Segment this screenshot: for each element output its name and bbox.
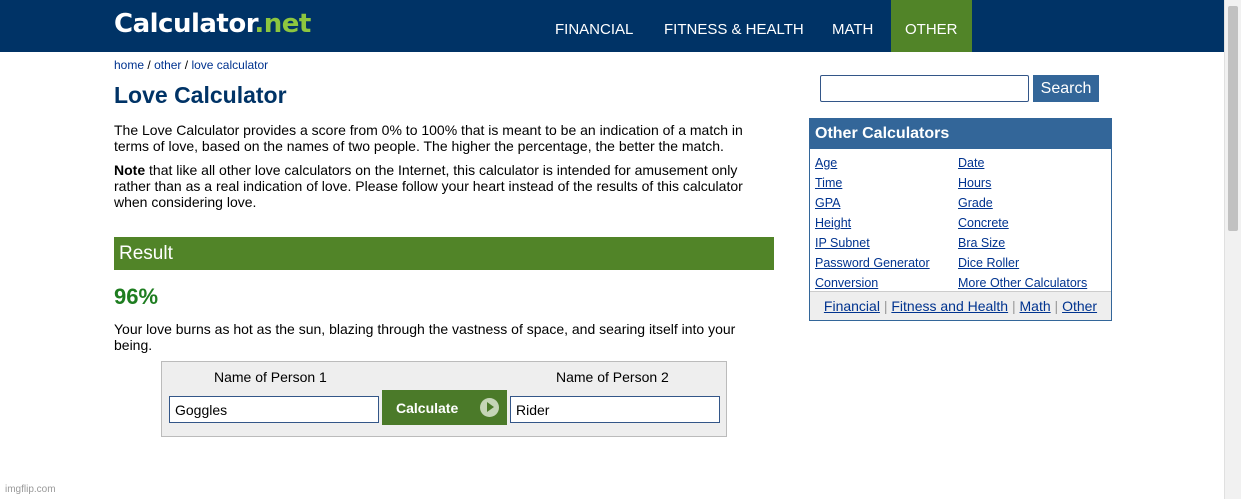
person2-input[interactable] — [510, 396, 720, 423]
other-calculators-right: Date Hours Grade Concrete Bra Size Dice … — [958, 153, 1087, 293]
link-time[interactable]: Time — [815, 173, 930, 193]
page-scrollbar[interactable] — [1224, 0, 1241, 499]
scrollbar-thumb[interactable] — [1228, 6, 1238, 231]
link-grade[interactable]: Grade — [958, 193, 1087, 213]
breadcrumb-home[interactable]: home — [114, 58, 144, 72]
intro-text: The Love Calculator provides a score fro… — [114, 122, 743, 154]
footer-link-financial[interactable]: Financial — [824, 298, 880, 314]
breadcrumb: home / other / love calculator — [114, 58, 269, 72]
other-calculators-heading: Other Calculators — [810, 119, 1111, 149]
link-hours[interactable]: Hours — [958, 173, 1087, 193]
nav-other[interactable]: OTHER — [891, 0, 972, 52]
category-links: Financial | Fitness and Health | Math | … — [810, 291, 1111, 320]
calculate-button[interactable]: Calculate — [382, 390, 507, 425]
link-date[interactable]: Date — [958, 153, 1087, 173]
link-height[interactable]: Height — [815, 213, 930, 233]
link-concrete[interactable]: Concrete — [958, 213, 1087, 233]
link-conversion[interactable]: Conversion — [815, 273, 930, 293]
footer-link-fitness-health[interactable]: Fitness and Health — [891, 298, 1008, 314]
search-button[interactable]: Search — [1033, 75, 1099, 102]
person2-label: Name of Person 2 — [556, 369, 669, 385]
link-dice-roller[interactable]: Dice Roller — [958, 253, 1087, 273]
note-body: that like all other love calculators on … — [114, 162, 743, 210]
link-gpa[interactable]: GPA — [815, 193, 930, 213]
person1-label: Name of Person 1 — [214, 369, 327, 385]
top-header: Calculator.net FINANCIAL FITNESS & HEALT… — [0, 0, 1225, 52]
link-bra-size[interactable]: Bra Size — [958, 233, 1087, 253]
link-password-generator[interactable]: Password Generator — [815, 253, 930, 273]
play-arrow-icon — [480, 398, 499, 417]
nav-math[interactable]: MATH — [818, 0, 887, 52]
result-percent: 96% — [114, 284, 159, 309]
watermark: imgflip.com — [5, 484, 56, 495]
person1-input[interactable] — [169, 396, 379, 423]
nav-fitness-health[interactable]: FITNESS & HEALTH — [650, 0, 818, 52]
page-title: Love Calculator — [114, 82, 287, 108]
result-heading: Result — [114, 237, 774, 270]
search-input[interactable] — [820, 75, 1029, 102]
link-more-other-calculators[interactable]: More Other Calculators — [958, 273, 1087, 293]
love-form: Name of Person 1 Name of Person 2 Calcul… — [161, 361, 727, 437]
note-label: Note — [114, 162, 146, 178]
breadcrumb-other[interactable]: other — [154, 58, 181, 72]
link-ip-subnet[interactable]: IP Subnet — [815, 233, 930, 253]
result-message: Your love burns as hot as the sun, blazi… — [114, 321, 736, 353]
breadcrumb-current[interactable]: love calculator — [191, 58, 268, 72]
site-logo[interactable]: Calculator.net — [114, 9, 311, 39]
footer-link-other[interactable]: Other — [1062, 298, 1097, 314]
other-calculators-left: Age Time GPA Height IP Subnet Password G… — [815, 153, 930, 293]
nav-financial[interactable]: FINANCIAL — [541, 0, 647, 52]
note-text: Note that like all other love calculator… — [114, 162, 774, 210]
footer-link-math[interactable]: Math — [1020, 298, 1051, 314]
other-calculators-panel: Other Calculators Age Time GPA Height IP… — [809, 118, 1112, 321]
link-age[interactable]: Age — [815, 153, 930, 173]
